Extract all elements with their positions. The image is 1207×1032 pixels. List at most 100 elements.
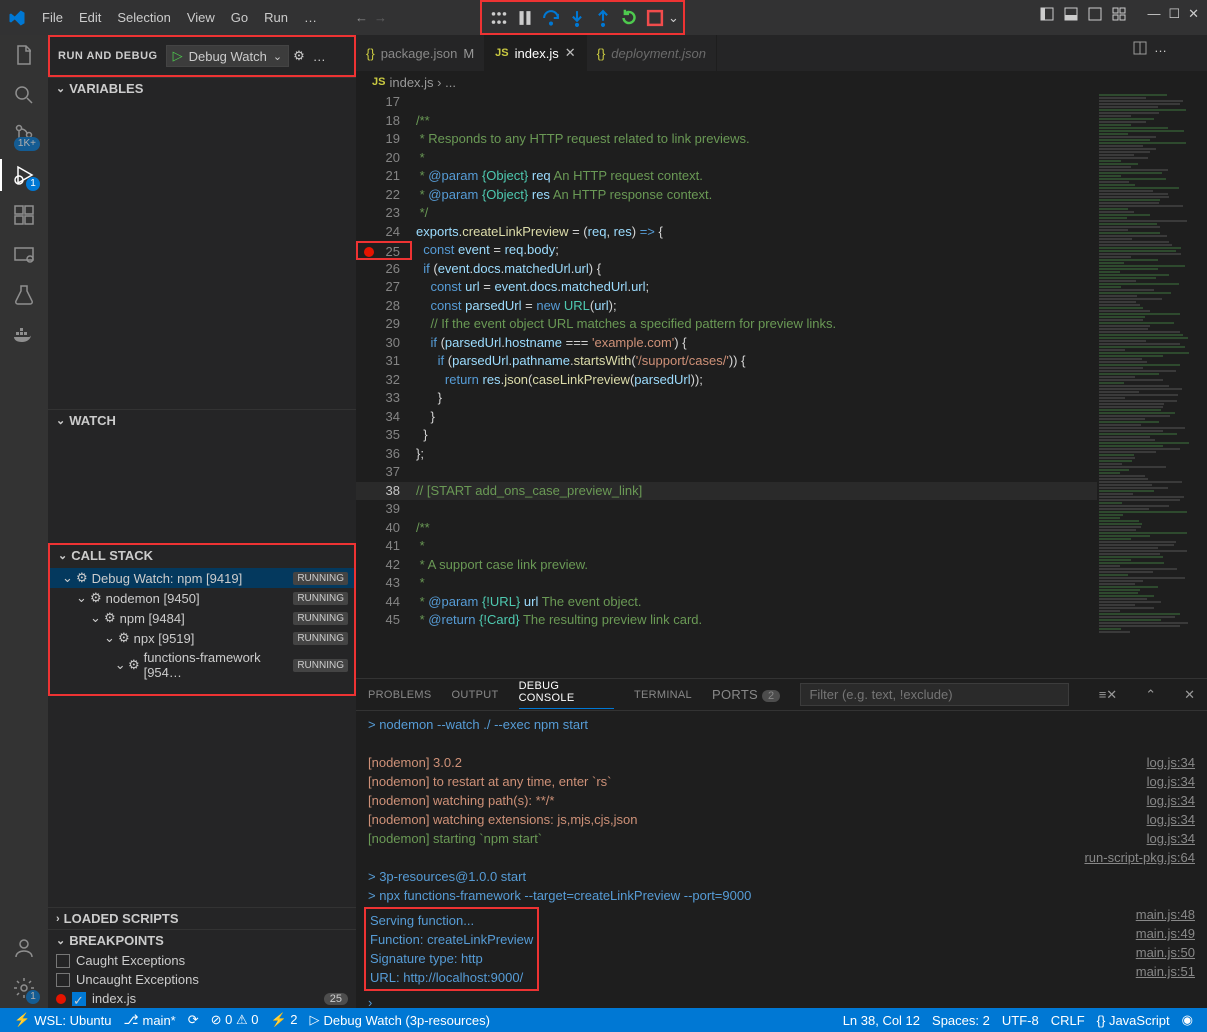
debug-console[interactable]: > nodemon --watch ./ --exec npm start [n… — [356, 711, 1207, 1008]
checkbox[interactable] — [56, 973, 70, 987]
section-header[interactable]: ⌄CALL STACK — [50, 545, 354, 566]
source-link[interactable]: run-script-pkg.js:64 — [1084, 848, 1195, 867]
loaded-scripts-section: ›LOADED SCRIPTS — [48, 907, 356, 929]
start-debug-icon[interactable]: ▷ — [173, 48, 183, 64]
menu-item[interactable]: Edit — [71, 6, 109, 29]
menu-item[interactable]: … — [296, 6, 325, 29]
language-indicator[interactable]: {} JavaScript — [1091, 1012, 1176, 1028]
restart-icon[interactable] — [618, 7, 640, 29]
pause-icon[interactable] — [514, 7, 536, 29]
nav-back-icon[interactable]: ← — [355, 10, 368, 25]
section-header[interactable]: ⌄VARIABLES — [48, 78, 356, 99]
docker-icon[interactable] — [12, 323, 36, 347]
menu-item[interactable]: View — [179, 6, 223, 29]
close-icon[interactable]: ✕ — [1188, 6, 1199, 22]
minimap[interactable] — [1097, 93, 1207, 678]
editor-tab[interactable]: {}package.json M — [356, 35, 485, 71]
code-editor[interactable]: 1718/**19 * Responds to any HTTP request… — [356, 93, 1097, 678]
section-header[interactable]: ⌄BREAKPOINTS — [48, 930, 356, 951]
remote-indicator[interactable]: ⚡WSL: Ubuntu — [8, 1012, 118, 1028]
layout-icon[interactable] — [1039, 6, 1055, 22]
source-control-icon[interactable]: 1K+ — [12, 123, 36, 147]
indent-indicator[interactable]: Spaces: 2 — [926, 1012, 996, 1028]
callstack-item[interactable]: ⌄⚙npm [9484]RUNNING — [50, 608, 354, 628]
close-tab-icon[interactable]: ✕ — [565, 45, 576, 61]
step-over-icon[interactable] — [540, 7, 562, 29]
breakpoint-item[interactable]: ✓index.js25 — [48, 989, 356, 1008]
gear-icon[interactable]: ⚙ — [293, 48, 305, 64]
console-filter-input[interactable] — [800, 683, 1068, 706]
minimize-icon[interactable]: — — [1147, 6, 1160, 22]
breadcrumb[interactable]: JSindex.js › ... — [356, 71, 1207, 93]
tab-problems[interactable]: PROBLEMS — [368, 689, 432, 701]
editor-tab[interactable]: JSindex.js✕ — [485, 35, 586, 71]
callstack-item[interactable]: ⌄⚙functions-framework [954…RUNNING — [50, 648, 354, 682]
clear-console-icon[interactable]: ≡✕ — [1099, 687, 1117, 703]
breakpoint-item[interactable]: Caught Exceptions — [48, 951, 356, 970]
split-editor-icon[interactable] — [1132, 40, 1148, 56]
watch-section: ⌄WATCH — [48, 409, 356, 541]
source-link[interactable]: log.js:34 — [1147, 829, 1195, 848]
source-link[interactable]: main.js:48 — [1136, 905, 1195, 924]
checkbox[interactable]: ✓ — [72, 992, 86, 1006]
tab-debug-console[interactable]: DEBUG CONSOLE — [519, 680, 614, 709]
nav-fwd-icon[interactable]: → — [374, 10, 387, 25]
maximize-icon[interactable]: ☐ — [1168, 6, 1180, 22]
step-out-icon[interactable] — [592, 7, 614, 29]
callstack-item[interactable]: ⌄⚙nodemon [9450]RUNNING — [50, 588, 354, 608]
customize-layout-icon[interactable] — [1111, 6, 1127, 22]
tab-output[interactable]: OUTPUT — [452, 689, 499, 701]
checkbox[interactable] — [56, 954, 70, 968]
sync-icon[interactable]: ⟳ — [182, 1012, 205, 1028]
chevron-down-icon[interactable]: ⌄ — [273, 50, 282, 63]
stop-icon[interactable] — [644, 7, 666, 29]
feedback-icon[interactable]: ◉ — [1176, 1012, 1199, 1028]
breakpoint-item[interactable]: Uncaught Exceptions — [48, 970, 356, 989]
source-link[interactable]: log.js:34 — [1147, 753, 1195, 772]
source-link[interactable]: main.js:50 — [1136, 943, 1195, 962]
extensions-icon[interactable] — [12, 203, 36, 227]
problems-indicator[interactable]: ⊘ 0 ⚠ 0 — [205, 1012, 265, 1028]
debug-session-indicator[interactable]: ▷ Debug Watch (3p-resources) — [304, 1012, 496, 1028]
run-debug-icon[interactable]: 1 — [12, 163, 36, 187]
source-link[interactable]: log.js:34 — [1147, 772, 1195, 791]
titlebar: FileEditSelectionViewGoRun… ← → ⌄ — ☐ ✕ — [0, 0, 1207, 35]
eol-indicator[interactable]: CRLF — [1045, 1012, 1091, 1028]
section-header[interactable]: ›LOADED SCRIPTS — [48, 908, 356, 929]
menu-item[interactable]: Go — [223, 6, 256, 29]
callstack-item[interactable]: ⌄⚙npx [9519]RUNNING — [50, 628, 354, 648]
source-link[interactable]: main.js:49 — [1136, 924, 1195, 943]
account-icon[interactable] — [12, 936, 36, 960]
source-link[interactable]: log.js:34 — [1147, 791, 1195, 810]
collapse-panel-icon[interactable]: ⌃ — [1145, 687, 1156, 703]
chevron-down-icon[interactable]: ⌄ — [668, 10, 679, 26]
source-link[interactable]: main.js:51 — [1136, 962, 1195, 981]
more-icon[interactable]: … — [313, 49, 326, 64]
menu-item[interactable]: File — [34, 6, 71, 29]
panel-icon[interactable] — [1063, 6, 1079, 22]
settings-gear-icon[interactable]: 1 — [12, 976, 36, 1000]
encoding-indicator[interactable]: UTF-8 — [996, 1012, 1045, 1028]
editor-tab[interactable]: {}deployment.json — [587, 35, 717, 71]
callstack-item[interactable]: ⌄⚙Debug Watch: npm [9419]RUNNING — [50, 568, 354, 588]
testing-icon[interactable] — [12, 283, 36, 307]
menu-item[interactable]: Run — [256, 6, 296, 29]
tab-ports[interactable]: PORTS2 — [712, 687, 780, 702]
drag-handle-icon[interactable] — [488, 7, 510, 29]
ports-indicator[interactable]: ⚡ 2 — [265, 1012, 304, 1028]
remote-explorer-icon[interactable] — [12, 243, 36, 267]
tab-terminal[interactable]: TERMINAL — [634, 689, 692, 701]
source-link[interactable]: log.js:34 — [1147, 810, 1195, 829]
branch-indicator[interactable]: ⎇ main* — [118, 1012, 182, 1028]
more-icon[interactable]: … — [1154, 40, 1167, 56]
search-icon[interactable] — [12, 83, 36, 107]
close-panel-icon[interactable]: ✕ — [1184, 687, 1195, 703]
section-header[interactable]: ⌄WATCH — [48, 410, 356, 431]
launch-config-select[interactable]: ▷ Debug Watch ⌄ — [166, 45, 290, 67]
sidebar-right-icon[interactable] — [1087, 6, 1103, 22]
console-line: run-script-pkg.js:64 — [356, 848, 1207, 867]
explorer-icon[interactable] — [12, 43, 36, 67]
step-into-icon[interactable] — [566, 7, 588, 29]
cursor-position[interactable]: Ln 38, Col 12 — [837, 1012, 926, 1028]
menu-item[interactable]: Selection — [109, 6, 178, 29]
